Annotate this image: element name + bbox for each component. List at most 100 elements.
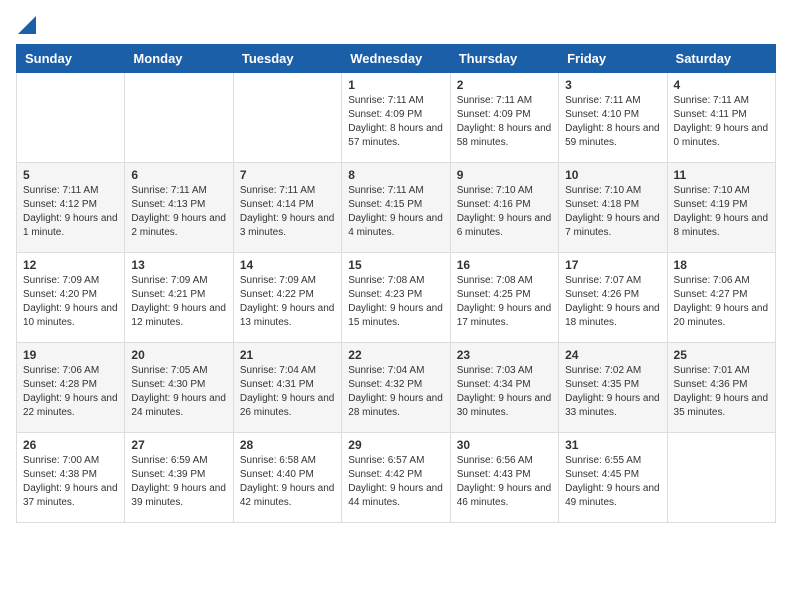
day-number: 11: [674, 168, 769, 182]
day-number: 16: [457, 258, 552, 272]
logo: [16, 16, 36, 34]
calendar-cell: 5Sunrise: 7:11 AM Sunset: 4:12 PM Daylig…: [17, 163, 125, 253]
day-number: 18: [674, 258, 769, 272]
day-info: Sunrise: 7:11 AM Sunset: 4:15 PM Dayligh…: [348, 184, 443, 240]
calendar-cell: 19Sunrise: 7:06 AM Sunset: 4:28 PM Dayli…: [17, 343, 125, 433]
calendar-cell: 2 Sunrise: 7:11 AM Sunset: 4:09 PM Daylig…: [450, 73, 558, 163]
day-number: 21: [240, 348, 335, 362]
day-info: Sunrise: 7:05 AM Sunset: 4:30 PM Dayligh…: [131, 364, 226, 420]
day-info: Sunrise: 7:11 AM Sunset: 4:09 PM Dayligh…: [348, 94, 443, 150]
calendar-cell: [17, 73, 125, 163]
calendar-cell: [667, 433, 775, 523]
calendar-cell: 17 Sunrise: 7:07 AM Sunset: 4:26 PM Dayli…: [559, 253, 667, 343]
day-info: Sunrise: 7:01 AM Sunset: 4:36 PM Dayligh…: [674, 364, 769, 420]
calendar-cell: 15 Sunrise: 7:08 AM Sunset: 4:23 PM Dayli…: [342, 253, 450, 343]
logo-triangle-icon: [18, 16, 36, 34]
calendar-cell: 21 Sunrise: 7:04 AM Sunset: 4:31 PM Dayli…: [233, 343, 341, 433]
calendar-cell: 16 Sunrise: 7:08 AM Sunset: 4:25 PM Dayli…: [450, 253, 558, 343]
day-info: Sunrise: 7:06 AM Sunset: 4:27 PM Dayligh…: [674, 274, 769, 330]
calendar-cell: 20 Sunrise: 7:05 AM Sunset: 4:30 PM Dayli…: [125, 343, 233, 433]
day-info: Sunrise: 7:07 AM Sunset: 4:26 PM Dayligh…: [565, 274, 660, 330]
day-number: 20: [131, 348, 226, 362]
day-number: 8: [348, 168, 443, 182]
day-info: Sunrise: 6:59 AM Sunset: 4:39 PM Dayligh…: [131, 454, 226, 510]
day-info: Sunrise: 6:57 AM Sunset: 4:42 PM Dayligh…: [348, 454, 443, 510]
calendar-header-row: SundayMondayTuesdayWednesdayThursdayFrid…: [17, 45, 776, 73]
day-header-tuesday: Tuesday: [233, 45, 341, 73]
week-row-3: 12Sunrise: 7:09 AM Sunset: 4:20 PM Dayli…: [17, 253, 776, 343]
day-number: 1: [348, 78, 443, 92]
calendar-cell: 4 Sunrise: 7:11 AM Sunset: 4:11 PM Daylig…: [667, 73, 775, 163]
calendar-cell: [125, 73, 233, 163]
calendar-cell: 13 Sunrise: 7:09 AM Sunset: 4:21 PM Dayli…: [125, 253, 233, 343]
day-info: Sunrise: 7:03 AM Sunset: 4:34 PM Dayligh…: [457, 364, 552, 420]
day-info: Sunrise: 7:11 AM Sunset: 4:13 PM Dayligh…: [131, 184, 226, 240]
day-number: 24: [565, 348, 660, 362]
day-info: Sunrise: 7:00 AM Sunset: 4:38 PM Dayligh…: [23, 454, 118, 510]
day-info: Sunrise: 7:11 AM Sunset: 4:10 PM Dayligh…: [565, 94, 660, 150]
day-info: Sunrise: 7:02 AM Sunset: 4:35 PM Dayligh…: [565, 364, 660, 420]
day-number: 3: [565, 78, 660, 92]
calendar-cell: 28Sunrise: 6:58 AM Sunset: 4:40 PM Dayli…: [233, 433, 341, 523]
day-number: 29: [348, 438, 443, 452]
day-info: Sunrise: 7:09 AM Sunset: 4:22 PM Dayligh…: [240, 274, 335, 330]
day-number: 31: [565, 438, 660, 452]
calendar-cell: 12Sunrise: 7:09 AM Sunset: 4:20 PM Dayli…: [17, 253, 125, 343]
calendar-cell: 3 Sunrise: 7:11 AM Sunset: 4:10 PM Daylig…: [559, 73, 667, 163]
day-number: 2: [457, 78, 552, 92]
calendar-cell: 7 Sunrise: 7:11 AM Sunset: 4:14 PM Daylig…: [233, 163, 341, 253]
calendar-cell: 27 Sunrise: 6:59 AM Sunset: 4:39 PM Dayli…: [125, 433, 233, 523]
day-info: Sunrise: 7:11 AM Sunset: 4:14 PM Dayligh…: [240, 184, 335, 240]
day-info: Sunrise: 7:09 AM Sunset: 4:20 PM Dayligh…: [23, 274, 118, 330]
calendar-body: 1 Sunrise: 7:11 AM Sunset: 4:09 PM Daylig…: [17, 73, 776, 523]
day-header-sunday: Sunday: [17, 45, 125, 73]
day-info: Sunrise: 7:11 AM Sunset: 4:09 PM Dayligh…: [457, 94, 552, 150]
day-info: Sunrise: 7:10 AM Sunset: 4:18 PM Dayligh…: [565, 184, 660, 240]
calendar-cell: 25Sunrise: 7:01 AM Sunset: 4:36 PM Dayli…: [667, 343, 775, 433]
day-number: 7: [240, 168, 335, 182]
day-header-friday: Friday: [559, 45, 667, 73]
calendar-cell: 23 Sunrise: 7:03 AM Sunset: 4:34 PM Dayli…: [450, 343, 558, 433]
day-number: 23: [457, 348, 552, 362]
day-info: Sunrise: 6:55 AM Sunset: 4:45 PM Dayligh…: [565, 454, 660, 510]
week-row-4: 19Sunrise: 7:06 AM Sunset: 4:28 PM Dayli…: [17, 343, 776, 433]
day-number: 15: [348, 258, 443, 272]
week-row-2: 5Sunrise: 7:11 AM Sunset: 4:12 PM Daylig…: [17, 163, 776, 253]
day-number: 19: [23, 348, 118, 362]
calendar-cell: 14Sunrise: 7:09 AM Sunset: 4:22 PM Dayli…: [233, 253, 341, 343]
week-row-1: 1 Sunrise: 7:11 AM Sunset: 4:09 PM Daylig…: [17, 73, 776, 163]
calendar-cell: 18 Sunrise: 7:06 AM Sunset: 4:27 PM Dayli…: [667, 253, 775, 343]
page-header: [16, 16, 776, 34]
day-info: Sunrise: 7:09 AM Sunset: 4:21 PM Dayligh…: [131, 274, 226, 330]
day-header-thursday: Thursday: [450, 45, 558, 73]
day-info: Sunrise: 7:10 AM Sunset: 4:19 PM Dayligh…: [674, 184, 769, 240]
calendar-cell: 9 Sunrise: 7:10 AM Sunset: 4:16 PM Daylig…: [450, 163, 558, 253]
day-info: Sunrise: 7:08 AM Sunset: 4:25 PM Dayligh…: [457, 274, 552, 330]
day-info: Sunrise: 7:11 AM Sunset: 4:11 PM Dayligh…: [674, 94, 769, 150]
calendar-cell: 31 Sunrise: 6:55 AM Sunset: 4:45 PM Dayli…: [559, 433, 667, 523]
day-header-monday: Monday: [125, 45, 233, 73]
calendar-cell: [233, 73, 341, 163]
calendar-table: SundayMondayTuesdayWednesdayThursdayFrid…: [16, 44, 776, 523]
day-number: 10: [565, 168, 660, 182]
day-info: Sunrise: 7:08 AM Sunset: 4:23 PM Dayligh…: [348, 274, 443, 330]
day-number: 9: [457, 168, 552, 182]
day-number: 13: [131, 258, 226, 272]
calendar-cell: 11 Sunrise: 7:10 AM Sunset: 4:19 PM Dayli…: [667, 163, 775, 253]
calendar-cell: 22Sunrise: 7:04 AM Sunset: 4:32 PM Dayli…: [342, 343, 450, 433]
calendar-cell: 1 Sunrise: 7:11 AM Sunset: 4:09 PM Daylig…: [342, 73, 450, 163]
day-info: Sunrise: 7:04 AM Sunset: 4:31 PM Dayligh…: [240, 364, 335, 420]
day-header-saturday: Saturday: [667, 45, 775, 73]
day-number: 27: [131, 438, 226, 452]
day-number: 26: [23, 438, 118, 452]
day-number: 28: [240, 438, 335, 452]
day-number: 17: [565, 258, 660, 272]
day-info: Sunrise: 6:56 AM Sunset: 4:43 PM Dayligh…: [457, 454, 552, 510]
calendar-cell: 30Sunrise: 6:56 AM Sunset: 4:43 PM Dayli…: [450, 433, 558, 523]
day-number: 4: [674, 78, 769, 92]
calendar-cell: 29 Sunrise: 6:57 AM Sunset: 4:42 PM Dayli…: [342, 433, 450, 523]
day-info: Sunrise: 7:10 AM Sunset: 4:16 PM Dayligh…: [457, 184, 552, 240]
day-header-wednesday: Wednesday: [342, 45, 450, 73]
day-number: 22: [348, 348, 443, 362]
calendar-cell: 6Sunrise: 7:11 AM Sunset: 4:13 PM Daylig…: [125, 163, 233, 253]
